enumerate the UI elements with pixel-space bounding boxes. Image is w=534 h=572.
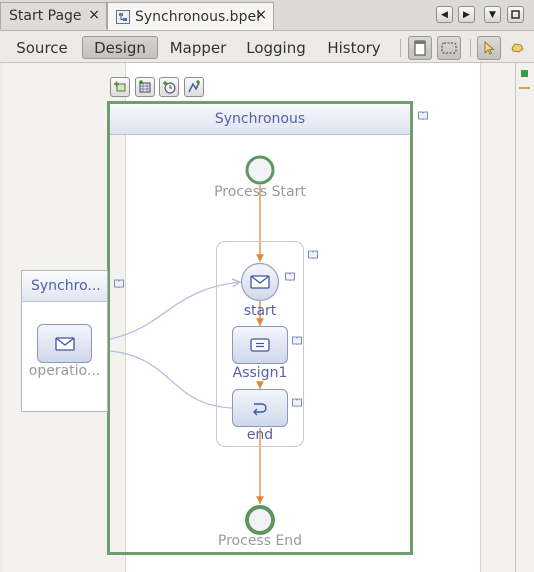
documentation-icon[interactable]	[308, 244, 318, 263]
documentation-icon[interactable]	[292, 392, 302, 411]
assign-icon	[250, 338, 270, 352]
partner-link-title[interactable]: Synchro...	[22, 271, 107, 302]
documentation-icon[interactable]	[292, 330, 302, 349]
assign-activity[interactable]	[232, 326, 288, 364]
receive-label: start	[243, 303, 277, 319]
process-end-node[interactable]	[244, 504, 276, 536]
partner-operation-label: operatio...	[28, 363, 101, 379]
envelope-icon	[54, 336, 75, 351]
reply-label: end	[246, 427, 274, 443]
assign-label: Assign1	[232, 365, 288, 381]
reply-activity[interactable]	[232, 389, 288, 427]
envelope-icon	[250, 275, 270, 289]
reply-arrow-icon	[253, 403, 267, 416]
process-title[interactable]: Synchronous	[110, 104, 410, 135]
documentation-icon[interactable]	[418, 105, 428, 124]
receive-activity[interactable]	[240, 262, 280, 302]
process-start-node[interactable]	[245, 155, 275, 185]
process-start-label: Process Start	[214, 184, 306, 200]
process-end-label: Process End	[217, 533, 303, 549]
documentation-icon[interactable]	[285, 266, 295, 285]
partner-operation-node[interactable]	[37, 324, 92, 363]
documentation-icon[interactable]	[114, 273, 124, 292]
